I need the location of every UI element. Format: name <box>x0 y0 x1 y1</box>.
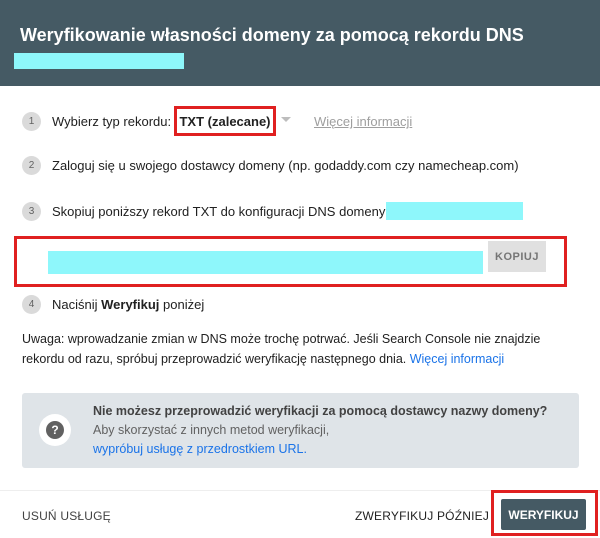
remove-property-button[interactable]: USUŃ USŁUGĘ <box>22 509 111 523</box>
dns-note: Uwaga: wprowadzanie zmian w DNS może tro… <box>22 329 582 369</box>
txt-record-value[interactable] <box>48 251 483 274</box>
step-4-label: Naciśnij Weryfikuj poniżej <box>52 297 204 312</box>
url-prefix-link[interactable]: wypróbuj usługę z przedrostkiem URL. <box>93 442 307 456</box>
more-info-link[interactable]: Więcej informacji <box>314 114 412 129</box>
step-1: 1 Wybierz typ rekordu: <box>22 112 171 131</box>
info-heading: Nie możesz przeprowadzić weryfikacji za … <box>93 404 548 418</box>
step-4-suffix: poniżej <box>159 297 205 312</box>
step-4-prefix: Naciśnij <box>52 297 102 312</box>
domain-name-redacted <box>14 53 184 69</box>
step-number: 1 <box>22 112 41 131</box>
copy-button[interactable]: KOPIUJ <box>488 241 546 272</box>
dialog-header: Weryfikowanie własności domeny za pomocą… <box>0 0 600 86</box>
note-more-info-link[interactable]: Więcej informacji <box>410 352 504 366</box>
dialog-title: Weryfikowanie własności domeny za pomocą… <box>20 25 524 45</box>
step-3-label: Skopiuj poniższy rekord TXT do konfigura… <box>52 204 386 219</box>
chevron-down-icon[interactable] <box>281 117 291 122</box>
alternative-method-box: ? Nie możesz przeprowadzić weryfikacji z… <box>22 393 579 468</box>
help-icon: ? <box>39 414 71 446</box>
step-3: 3 Skopiuj poniższy rekord TXT do konfigu… <box>22 202 385 221</box>
step-1-label: Wybierz typ rekordu: <box>52 114 172 129</box>
step-4-bold: Weryfikuj <box>101 297 160 312</box>
step-number: 4 <box>22 295 41 314</box>
record-type-value: TXT (zalecane) <box>179 113 271 129</box>
info-text: Aby skorzystać z innych metod weryfikacj… <box>93 423 330 437</box>
verify-later-button[interactable]: ZWERYFIKUJ PÓŹNIEJ <box>355 509 489 523</box>
domain-name-redacted <box>386 202 523 220</box>
step-4: 4 Naciśnij Weryfikuj poniżej <box>22 295 204 314</box>
verify-button[interactable]: WERYFIKUJ <box>501 499 586 530</box>
step-2: 2 Zaloguj się u swojego dostawcy domeny … <box>22 156 519 175</box>
step-2-label: Zaloguj się u swojego dostawcy domeny (n… <box>52 158 519 173</box>
step-number: 3 <box>22 202 41 221</box>
step-number: 2 <box>22 156 41 175</box>
record-type-select[interactable]: TXT (zalecane) <box>174 106 276 136</box>
